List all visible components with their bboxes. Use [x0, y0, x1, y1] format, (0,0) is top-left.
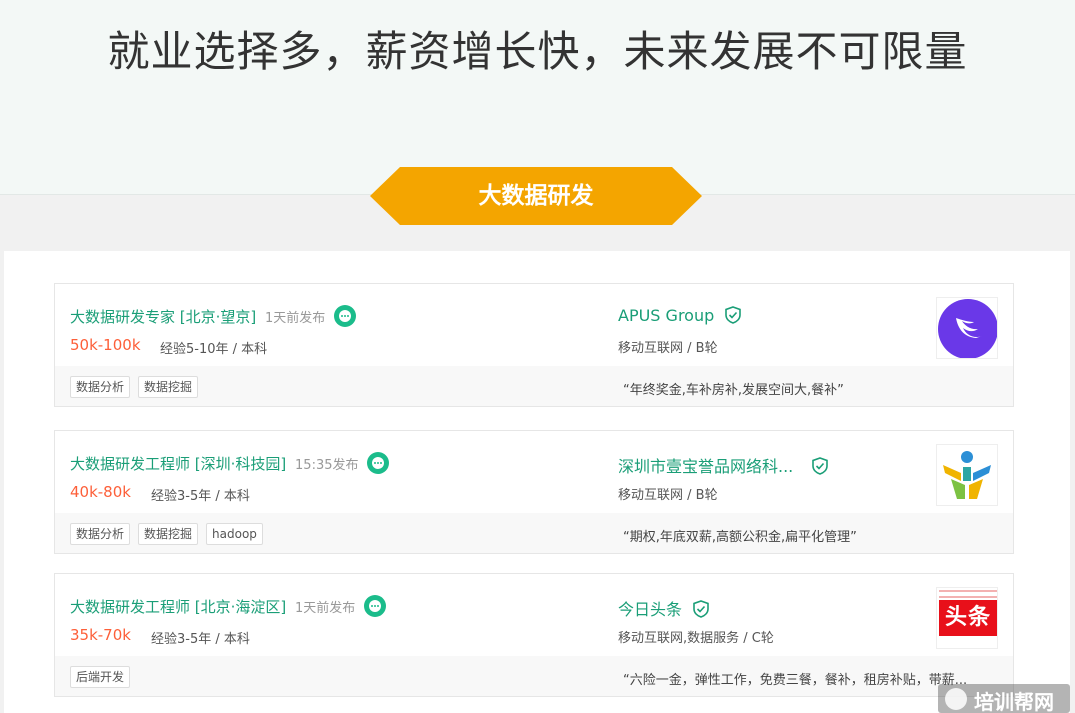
job-post-time: 1天前发布 — [265, 311, 326, 326]
toutiao-logo-text: 头条 — [939, 600, 997, 636]
company-industry: 移动互联网 / B轮 — [618, 341, 718, 356]
job-tag[interactable]: 数据分析 — [70, 523, 131, 545]
job-requirement: 经验3-5年 / 本科 — [151, 632, 250, 647]
job-requirement: 经验5-10年 / 本科 — [160, 342, 268, 357]
chat-icon[interactable] — [364, 594, 387, 617]
verified-shield-icon — [693, 599, 709, 618]
job-card[interactable]: 大数据研发专家 [北京·望京] 1天前发布 50k-100k 经验5-10年 /… — [54, 283, 1014, 407]
job-requirement: 经验3-5年 / 本科 — [151, 489, 250, 504]
company-name-link[interactable]: APUS Group — [618, 306, 714, 325]
job-salary: 50k-100k — [70, 336, 141, 354]
job-tag[interactable]: 数据挖掘 — [138, 523, 199, 545]
toutiao-logo[interactable]: 头条 — [936, 587, 998, 649]
chat-icon[interactable] — [367, 451, 390, 474]
company-industry: 移动互联网,数据服务 / C轮 — [618, 631, 774, 646]
verified-shield-icon — [812, 456, 829, 475]
hero-section: 就业选择多，薪资增长快，未来发展不可限量 — [0, 0, 1075, 195]
job-post-time: 15:35发布 — [295, 458, 359, 473]
company-name-link[interactable]: 今日头条 — [618, 600, 682, 619]
watermark-logo-icon — [945, 688, 967, 710]
watermark-text: 培训帮网 — [974, 690, 1054, 713]
job-title-line: 大数据研发工程师 [北京·海淀区] 1天前发布 — [70, 594, 387, 619]
chat-icon[interactable] — [334, 304, 357, 327]
job-tags: 数据分析 数据挖掘 — [70, 376, 206, 398]
company-industry: 移动互联网 / B轮 — [618, 488, 718, 503]
apus-logo[interactable] — [936, 297, 998, 359]
category-banner-label: 大数据研发 — [478, 183, 594, 209]
job-tag[interactable]: 后端开发 — [70, 666, 131, 688]
job-benefit: “期权,年底双薪,高额公积金,扁平化管理” — [623, 530, 857, 545]
job-title-link[interactable]: 大数据研发工程师 [北京·海淀区] — [70, 598, 286, 616]
company-name-link[interactable]: 深圳市壹宝誉品网络科... — [618, 457, 793, 476]
company-line: APUS Group — [618, 305, 742, 326]
job-title-line: 大数据研发工程师 [深圳·科技园] 15:35发布 — [70, 451, 390, 476]
verified-shield-icon — [725, 305, 742, 324]
job-tags: 数据分析 数据挖掘 hadoop — [70, 523, 271, 545]
job-tag[interactable]: 数据分析 — [70, 376, 131, 398]
job-post-time: 1天前发布 — [295, 601, 356, 616]
company-line: 深圳市壹宝誉品网络科... — [618, 453, 829, 477]
job-tag[interactable]: 数据挖掘 — [138, 376, 199, 398]
site-watermark: 培训帮网 — [938, 684, 1070, 713]
job-title-link[interactable]: 大数据研发工程师 [深圳·科技园] — [70, 455, 286, 473]
job-salary: 35k-70k — [70, 626, 131, 644]
job-card[interactable]: 大数据研发工程师 [深圳·科技园] 15:35发布 40k-80k 经验3-5年… — [54, 430, 1014, 554]
yibao-figure-icon — [943, 451, 991, 499]
job-title-line: 大数据研发专家 [北京·望京] 1天前发布 — [70, 304, 357, 329]
apus-bird-icon — [956, 318, 982, 338]
job-title-link[interactable]: 大数据研发专家 [北京·望京] — [70, 308, 256, 326]
job-benefit: “年终奖金,车补房补,发展空间大,餐补” — [623, 383, 844, 398]
category-banner: 大数据研发 — [370, 167, 702, 225]
yibao-logo[interactable] — [936, 444, 998, 506]
job-card[interactable]: 大数据研发工程师 [北京·海淀区] 1天前发布 35k-70k 经验3-5年 /… — [54, 573, 1014, 697]
hero-title: 就业选择多，薪资增长快，未来发展不可限量 — [107, 27, 968, 76]
job-tags: 后端开发 — [70, 666, 138, 688]
company-line: 今日头条 — [618, 596, 709, 620]
job-salary: 40k-80k — [70, 483, 131, 501]
job-tag[interactable]: hadoop — [206, 523, 263, 545]
